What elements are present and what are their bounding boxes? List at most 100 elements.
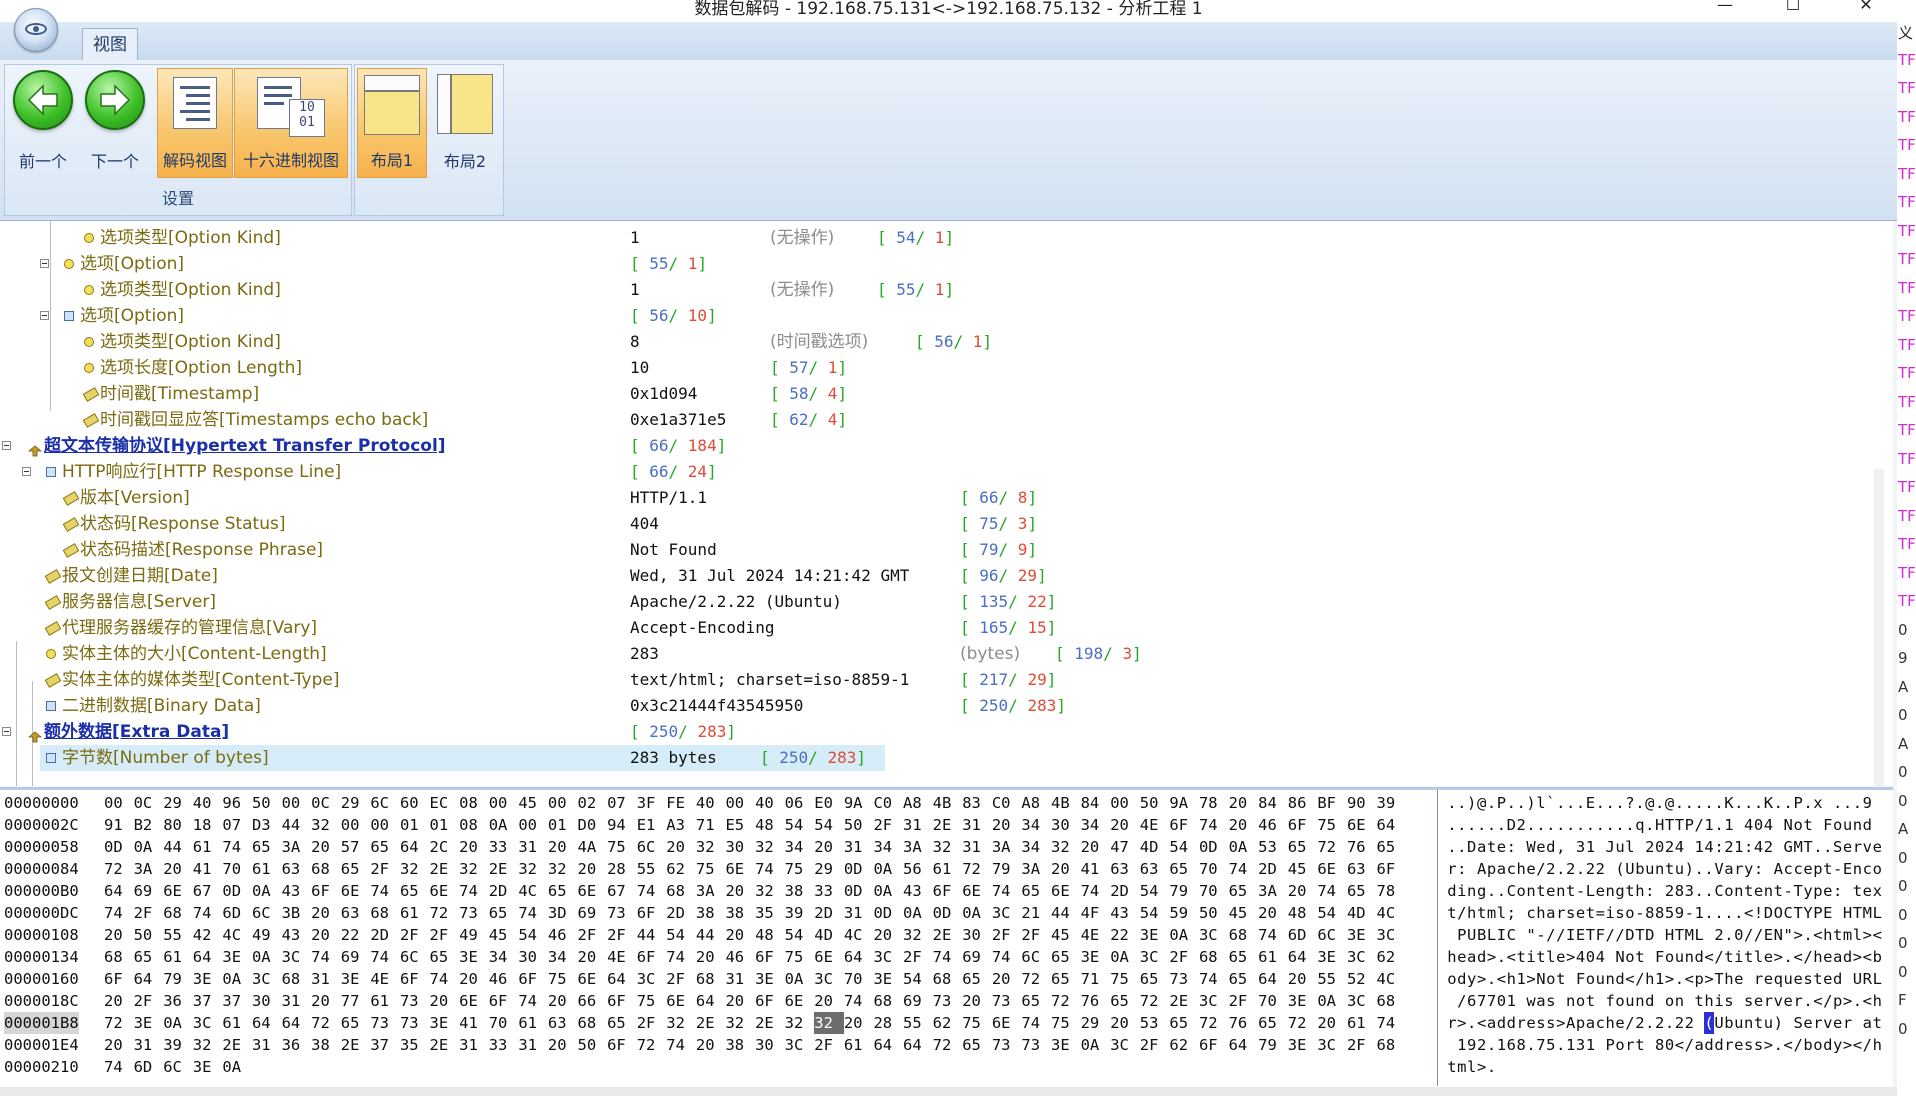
hex-row-bytes[interactable]: 6F 64 79 3E 0A 3C 68 31 3E 4E 6F 74 20 46 6F 75 6E 64 3C 2F… xyxy=(104,968,1406,990)
hex-row-ascii[interactable]: PUBLIC "-//IETF//DTD HTML 2.0//EN">.<htm… xyxy=(1447,924,1882,946)
tree-row[interactable]: HTTP响应行[HTTP Response Line] [ 66/ 24] xyxy=(0,459,1860,485)
hex-row-ascii[interactable]: ......D2...........q.HTTP/1.1 404 Not Fo… xyxy=(1447,814,1872,836)
hex-row[interactable]: 00000134 68 65 61 64 3E 0A 3C 74 69 74 6C 65 3E 34 30 34… xyxy=(0,946,1893,968)
hex-row-bytes[interactable]: 20 2F 36 37 37 30 31 20 77 61 73 20 6E 6F 74 20 66 6F 75 6E… xyxy=(104,990,1406,1012)
hex-row-bytes[interactable]: 00 0C 29 40 96 50 00 0C 29 6C 60 EC 08 00 45 00 02 07 3F FE… xyxy=(104,792,1406,814)
hex-row-bytes[interactable]: 64 69 6E 67 0D 0A 43 6F 6E 74 65 6E 74 2D 4C 65 6E 67 74 68… xyxy=(104,880,1406,902)
tree-row[interactable]: 选项类型[Option Kind] 8 (时间戳选项) [ 56/ 1] xyxy=(0,329,1860,355)
tree-row-value: 1 xyxy=(630,228,640,247)
maximize-button[interactable]: ☐ xyxy=(1770,0,1816,20)
tree-row[interactable]: 实体主体的媒体类型[Content-Type] text/html; charse… xyxy=(0,667,1860,693)
hex-row-ascii[interactable]: r: Apache/2.2.22 (Ubuntu)..Vary: Accept-… xyxy=(1447,858,1882,880)
tree-row[interactable]: 时间戳[Timestamp] 0x1d094 [ 58/ 4] xyxy=(0,381,1860,407)
tree-row[interactable]: 时间戳回显应答[Timestamps echo back] 0xe1a371e5 [… xyxy=(0,407,1860,433)
hex-row-ascii[interactable]: r>.<address>Apache/2.2.22 (Ubuntu) Serve… xyxy=(1447,1012,1882,1034)
tree-row-range: [ 56/ 10] xyxy=(630,306,717,325)
hex-view-button[interactable]: 10 01 十六进制视图 xyxy=(234,68,348,178)
hex-row-bytes[interactable]: 68 65 61 64 3E 0A 3C 74 69 74 6C 65 3E 34 30 34 20 4E 6F 74… xyxy=(104,946,1406,968)
hex-row-ascii[interactable]: 192.168.75.131 Port 80</address>.</body>… xyxy=(1447,1034,1882,1056)
tree-row-value: Wed, 31 Jul 2024 14:21:42 GMT xyxy=(630,566,910,585)
background-text-fragment: TF xyxy=(1898,278,1916,297)
hex-row-ascii[interactable]: t/html; charset=iso-8859-1....<!DOCTYPE … xyxy=(1447,902,1882,924)
hex-panel: 00000000 00 0C 29 40 96 50 00 0C 29 6C 60 EC 08 00 45 00… xyxy=(0,787,1893,1090)
tree-row-range: [ 135/ 22] xyxy=(960,592,1057,611)
tree-scrollbar[interactable] xyxy=(1874,469,1884,786)
tree-row[interactable]: 状态码描述[Response Phrase] Not Found [ 79/ 9] xyxy=(0,537,1860,563)
background-text-fragment: 0 xyxy=(1898,934,1908,952)
tree-row[interactable]: 额外数据[Extra Data] [ 250/ 283] xyxy=(0,719,1860,745)
tree-row-range: [ 198/ 3] xyxy=(1055,644,1142,663)
tree-row[interactable]: 代理服务器缓存的管理信息[Vary] Accept-Encoding [ 165/ … xyxy=(0,615,1860,641)
decode-view-icon xyxy=(173,77,217,129)
tree-row[interactable]: 选项[Option] [ 55/ 1] xyxy=(0,251,1860,277)
minimize-button[interactable]: — xyxy=(1702,0,1748,20)
hex-row[interactable]: 000000B0 64 69 6E 67 0D 0A 43 6F 6E 74 65 6E 74 2D 4C 65… xyxy=(0,880,1893,902)
tree-row[interactable]: 选项[Option] [ 56/ 10] xyxy=(0,303,1860,329)
tree-row[interactable]: 实体主体的大小[Content-Length] 283 (bytes) [ 198/ … xyxy=(0,641,1860,667)
tree-row[interactable]: 服务器信息[Server] Apache/2.2.22 (Ubuntu) [ 135… xyxy=(0,589,1860,615)
app-menu-icon[interactable] xyxy=(14,8,58,52)
hex-row[interactable]: 0000002C 91 B2 80 18 07 D3 44 32 00 00 01 01 08 0A 00 01… xyxy=(0,814,1893,836)
tree-row[interactable]: 选项长度[Option Length] 10 [ 57/ 1] xyxy=(0,355,1860,381)
decode-view-button[interactable]: 解码视图 xyxy=(157,68,233,178)
hex-row-address: 00000000 xyxy=(4,794,79,812)
tree-row[interactable]: 状态码[Response Status] 404 [ 75/ 3] xyxy=(0,511,1860,537)
tab-view[interactable]: 视图 xyxy=(82,28,138,60)
collapse-toggle-icon[interactable] xyxy=(2,727,11,736)
background-text-fragment: 0 xyxy=(1898,791,1908,810)
hex-row-address: 00000084 xyxy=(4,860,79,878)
tree-row-range: [ 56/ 1] xyxy=(915,332,993,351)
collapse-toggle-icon[interactable] xyxy=(22,467,31,476)
hex-row[interactable]: 00000160 6F 64 79 3E 0A 3C 68 31 3E 4E 6F 74 20 46 6F 75… xyxy=(0,968,1893,990)
hex-row-bytes[interactable]: 20 50 55 42 4C 49 43 20 22 2D 2F 2F 49 45 54 46 2F 2F 44 54… xyxy=(104,924,1406,946)
field-tag-icon xyxy=(44,621,62,636)
hex-row-ascii[interactable]: ..)@.P..)l`...E...?.@.@.....K...K..P.x .… xyxy=(1447,792,1872,814)
background-text-fragment: A xyxy=(1898,734,1909,753)
decode-view-label: 解码视图 xyxy=(162,151,227,170)
hex-row-ascii[interactable]: /67701 was not found on this server.</p>… xyxy=(1447,990,1882,1012)
next-button[interactable]: 下一个 xyxy=(80,68,150,178)
hex-row-bytes[interactable]: 74 2F 68 74 6D 6C 3B 20 63 68 61 72 73 65 74 3D 69 73 6F 2D… xyxy=(104,902,1406,924)
hex-row-bytes[interactable]: 0D 0A 44 61 74 65 3A 20 57 65 64 2C 20 33 31 20 4A 75 6C 20… xyxy=(104,836,1406,858)
hex-row[interactable]: 000001E4 20 31 39 32 2E 31 36 38 2E 37 35 2E 31 33 31 20… xyxy=(0,1034,1893,1056)
hex-row-ascii[interactable]: ody>.<h1>Not Found</h1>.<p>The requested… xyxy=(1447,968,1882,990)
hex-row[interactable]: 000001B8 72 3E 0A 3C 61 64 64 72 65 73 73 3E 41 70 61 63… xyxy=(0,1012,1893,1034)
collapse-toggle-icon[interactable] xyxy=(40,311,49,320)
tree-row[interactable]: 版本[Version] HTTP/1.1 [ 66/ 8] xyxy=(0,485,1860,511)
tree-row[interactable]: 二进制数据[Binary Data] 0x3c21444f43545950 [ 25… xyxy=(0,693,1860,719)
background-text-fragment: TF xyxy=(1898,563,1916,582)
bottom-scrollbar[interactable] xyxy=(0,1087,1897,1096)
hex-row-ascii[interactable]: head>.<title>404 Not Found</title>.</hea… xyxy=(1447,946,1882,968)
hex-row[interactable]: 00000210 74 6D 6C 3E 0A tml>. xyxy=(0,1056,1893,1078)
hex-row-ascii[interactable]: ..Date: Wed, 31 Jul 2024 14:21:42 GMT..S… xyxy=(1447,836,1882,858)
field-dot-icon xyxy=(64,259,74,269)
hex-row[interactable]: 00000108 20 50 55 42 4C 49 43 20 22 2D 2F 2F 49 45 54 46… xyxy=(0,924,1893,946)
hex-row[interactable]: 00000000 00 0C 29 40 96 50 00 0C 29 6C 60 EC 08 00 45 00… xyxy=(0,792,1893,814)
tree-row-value: 1 xyxy=(630,280,640,299)
hex-row[interactable]: 0000018C 20 2F 36 37 37 30 31 20 77 61 73 20 6E 6F 74 20… xyxy=(0,990,1893,1012)
hex-row-bytes[interactable]: 72 3E 0A 3C 61 64 64 72 65 73 73 3E 41 70 61 63 68 65 2F 32… xyxy=(104,1012,1406,1034)
hex-row-bytes[interactable]: 91 B2 80 18 07 D3 44 32 00 00 01 01 08 0A 00 01 D0 94 E1 A3… xyxy=(104,814,1406,836)
layout2-button[interactable]: 布局2 xyxy=(430,68,500,178)
field-dot-icon xyxy=(84,363,94,373)
tree-row[interactable]: 报文创建日期[Date] Wed, 31 Jul 2024 14:21:42 GM… xyxy=(0,563,1860,589)
prev-button[interactable]: 前一个 xyxy=(8,68,78,178)
close-button[interactable]: ✕ xyxy=(1843,0,1889,20)
hex-row[interactable]: 00000058 0D 0A 44 61 74 65 3A 20 57 65 64 2C 20 33 31 20… xyxy=(0,836,1893,858)
hex-row-bytes[interactable]: 72 3A 20 41 70 61 63 68 65 2F 32 2E 32 2E 32 32 20 28 55 62… xyxy=(104,858,1406,880)
hex-row-address: 000001B8 xyxy=(4,1012,79,1034)
tree-row[interactable]: 超文本传输协议[Hypertext Transfer Protocol] [ 66… xyxy=(0,433,1860,459)
hex-row-ascii[interactable]: tml>. xyxy=(1447,1056,1496,1078)
tree-row[interactable]: 选项类型[Option Kind] 1 (无操作) [ 54/ 1] xyxy=(0,225,1860,251)
hex-row-bytes[interactable]: 74 6D 6C 3E 0A xyxy=(104,1056,252,1078)
collapse-toggle-icon[interactable] xyxy=(40,259,49,268)
layout1-button[interactable]: 布局1 xyxy=(357,68,427,178)
hex-row[interactable]: 000000DC 74 2F 68 74 6D 6C 3B 20 63 68 61 72 73 65 74 3D… xyxy=(0,902,1893,924)
hex-row-bytes[interactable]: 20 31 39 32 2E 31 36 38 2E 37 35 2E 31 33 31 20 50 6F 72 74… xyxy=(104,1034,1406,1056)
collapse-toggle-icon[interactable] xyxy=(2,441,11,450)
tree-row[interactable]: 选项类型[Option Kind] 1 (无操作) [ 55/ 1] xyxy=(0,277,1860,303)
hex-row-ascii[interactable]: ding..Content-Length: 283..Content-Type:… xyxy=(1447,880,1882,902)
tree-row[interactable]: 字节数[Number of bytes] 283 bytes [ 250/ 283] xyxy=(0,745,1860,771)
tree-row-range: [ 54/ 1] xyxy=(877,228,955,247)
hex-row[interactable]: 00000084 72 3A 20 41 70 61 63 68 65 2F 32 2E 32 2E 32 32… xyxy=(0,858,1893,880)
